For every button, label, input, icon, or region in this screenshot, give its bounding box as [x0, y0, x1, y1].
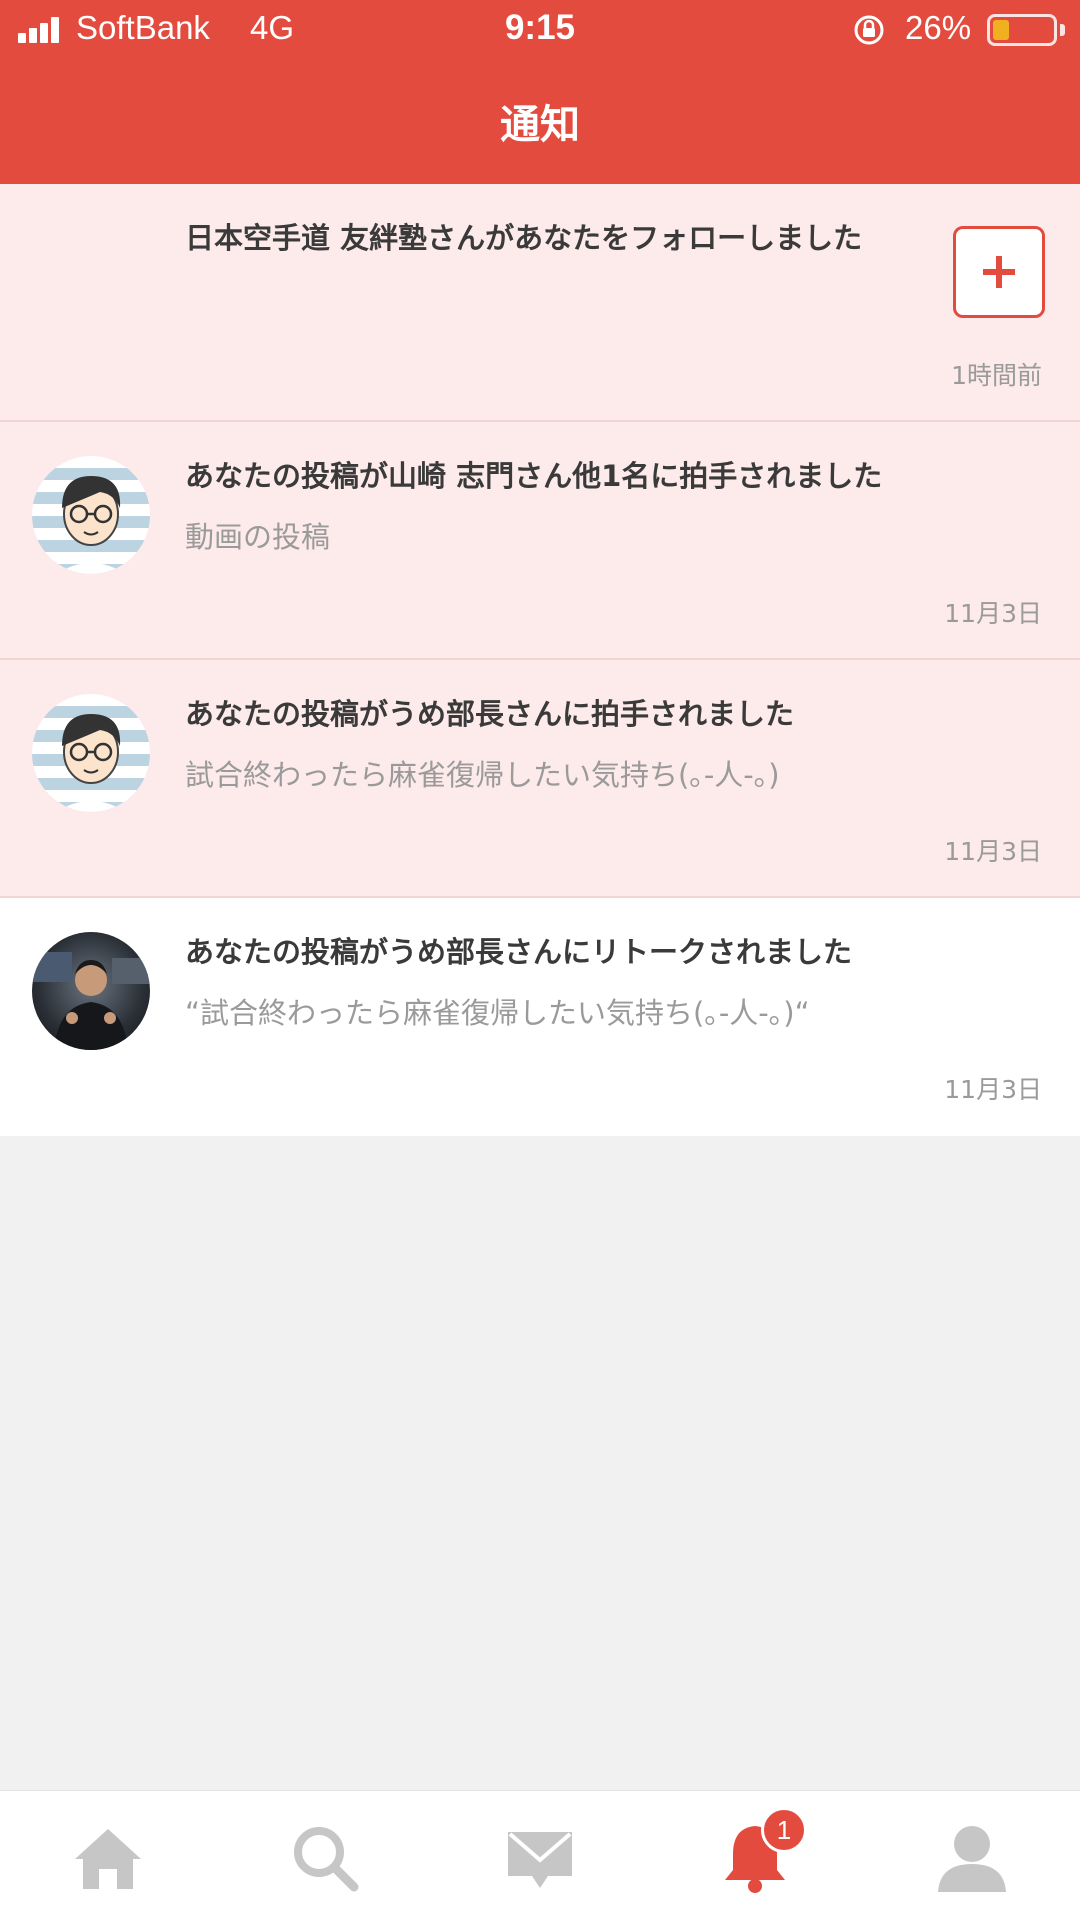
bottom-tab-bar: 1 — [0, 1790, 1080, 1920]
notification-list: 日本空手道 友絆塾さんがあなたをフォローしました 1時間前 あなたの投稿が山崎 … — [0, 184, 1080, 1136]
tab-search[interactable] — [275, 1813, 375, 1903]
notification-badge: 1 — [761, 1807, 807, 1853]
user-photo — [32, 952, 150, 1050]
notification-item[interactable]: あなたの投稿がうめ部長さんにリトークされました “試合終わったら麻雀復帰したい気… — [0, 898, 1080, 1136]
notification-title: あなたの投稿が山崎 志門さん他1名に拍手されました — [185, 459, 883, 493]
notification-subtitle: 動画の投稿 — [185, 520, 331, 554]
user-avatar[interactable] — [32, 456, 150, 574]
status-bar: SoftBank 4G 9:15 26% — [0, 0, 1080, 60]
mail-icon — [508, 1832, 572, 1888]
app-screen: SoftBank 4G 9:15 26% 通知 日本空手道 友絆塾さんがあなたを… — [0, 0, 1080, 1920]
tab-profile[interactable] — [922, 1813, 1022, 1903]
search-icon — [294, 1827, 359, 1892]
home-icon — [75, 1829, 141, 1889]
follow-button[interactable] — [953, 226, 1045, 318]
notification-time: 11月3日 — [944, 599, 1042, 628]
notification-time: 11月3日 — [944, 1075, 1042, 1104]
header: SoftBank 4G 9:15 26% 通知 — [0, 0, 1080, 184]
notification-title: 日本空手道 友絆塾さんがあなたをフォローしました — [185, 221, 863, 255]
notification-title: あなたの投稿がうめ部長さんに拍手されました — [185, 697, 795, 731]
tab-messages[interactable] — [490, 1813, 590, 1903]
notification-item[interactable]: あなたの投稿が山崎 志門さん他1名に拍手されました 動画の投稿 11月3日 — [0, 422, 1080, 660]
battery-icon — [987, 14, 1057, 46]
tab-home[interactable] — [58, 1813, 158, 1903]
notification-item[interactable]: あなたの投稿がうめ部長さんに拍手されました 試合終わったら麻雀復帰したい気持ち(… — [0, 660, 1080, 898]
tab-notifications[interactable]: 1 — [705, 1807, 807, 1903]
notification-time: 11月3日 — [944, 837, 1042, 866]
notification-title: あなたの投稿がうめ部長さんにリトークされました — [185, 935, 853, 969]
notification-time: 1時間前 — [951, 361, 1042, 390]
battery-percent: 26% — [905, 9, 972, 46]
notification-subtitle: 試合終わったら麻雀復帰したい気持ち(｡-人-｡) — [185, 758, 780, 792]
notification-item[interactable]: 日本空手道 友絆塾さんがあなたをフォローしました 1時間前 — [0, 184, 1080, 422]
rotation-lock-icon — [854, 15, 884, 45]
page-title: 通知 — [500, 102, 580, 148]
notification-subtitle: “試合終わったら麻雀復帰したい気持ち(｡-人-｡)“ — [185, 996, 810, 1030]
profile-icon — [938, 1826, 1006, 1892]
user-avatar[interactable] — [32, 932, 150, 1050]
plus-icon — [983, 256, 1015, 288]
cartoon-face-icon — [56, 714, 126, 812]
cartoon-face-icon — [56, 476, 126, 574]
battery-tip — [1060, 24, 1065, 36]
user-avatar[interactable] — [32, 694, 150, 812]
